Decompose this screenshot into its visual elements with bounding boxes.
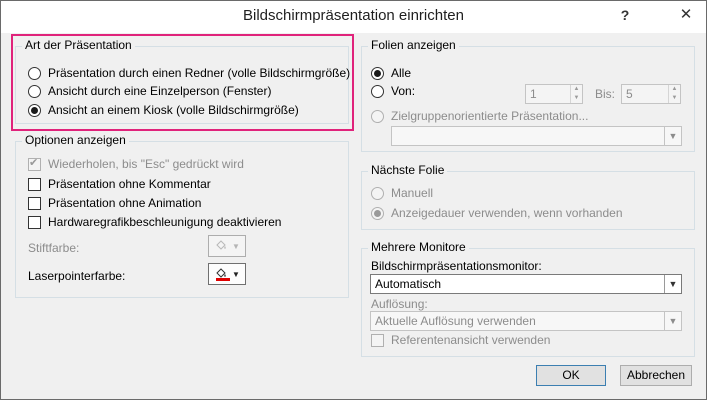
chevron-down-icon[interactable]: ▼ [664,275,681,293]
check-no-animation[interactable]: Präsentation ohne Animation [28,196,201,210]
laser-color-dropdown-icon: ▼ [232,269,240,279]
help-button[interactable]: ? [613,3,637,27]
to-slide-input[interactable]: 5 ▲ ▼ [621,84,681,104]
close-icon: ✕ [679,6,693,23]
laser-color-label: Laserpointerfarbe: [28,269,126,283]
custom-show-select[interactable]: ▼ [391,126,682,146]
check-no-animation-label: Präsentation ohne Animation [48,196,202,210]
laser-color-button[interactable]: ▼ [208,263,246,285]
check-loop-box[interactable] [28,156,41,171]
chevron-down-icon[interactable]: ▼ [664,312,681,330]
dialog-title: Bildschirmpräsentation einrichten [243,7,464,24]
radio-use-timings-label: Anzeigedauer verwenden, wenn vorhanden [391,206,623,220]
radio-use-timings[interactable]: Anzeigedauer verwenden, wenn vorhanden [371,206,623,220]
check-presenter-view[interactable]: Referentenansicht verwenden [371,333,550,347]
radio-all-slides-indicator[interactable] [371,66,384,80]
spin-arrows-icon[interactable]: ▲ ▼ [570,85,582,103]
radio-all-slides-label: Alle [391,66,412,80]
to-slide-label: Bis: [595,87,616,101]
group-advance-slides-title: Nächste Folie [368,163,448,177]
check-no-narration-label: Präsentation ohne Kommentar [48,177,211,191]
resolution-select[interactable]: Aktuelle Auflösung verwenden ▼ [370,311,682,331]
radio-use-timings-indicator[interactable] [371,206,384,220]
pen-color-dropdown-icon: ▼ [232,241,240,251]
ok-button[interactable]: OK [536,365,606,386]
radio-from-slide-label: Von: [391,84,416,98]
resolution-select-value: Aktuelle Auflösung verwenden [375,314,536,328]
check-no-animation-box[interactable] [28,196,41,210]
paint-bucket-icon [216,240,226,250]
from-slide-value: 1 [530,87,537,101]
title-bar: Bildschirmpräsentation einrichten ? ✕ [1,1,706,33]
radio-custom-show-label: Zielgruppenorientierte Präsentation... [391,109,589,123]
check-presenter-view-box[interactable] [371,333,384,347]
group-advance-slides: Nächste Folie [361,163,695,230]
to-slide-value: 5 [626,87,633,101]
group-show-options-title: Optionen anzeigen [22,133,129,147]
laser-color-swatch [216,278,230,281]
from-slide-input[interactable]: 1 ▲ ▼ [525,84,583,104]
group-multiple-monitors-title: Mehrere Monitore [368,240,469,254]
radio-custom-show-indicator[interactable] [371,109,384,123]
close-button[interactable]: ✕ [673,3,699,27]
check-disable-hw-accel[interactable]: Hardwaregrafikbeschleunigung deaktiviere… [28,215,281,229]
radio-manual-indicator[interactable] [371,186,384,200]
resolution-label: Auflösung: [371,297,428,311]
check-disable-hw-accel-label: Hardwaregrafikbeschleunigung deaktiviere… [48,215,282,229]
check-loop[interactable]: Wiederholen, bis "Esc" gedrückt wird [28,156,244,171]
monitor-label: Bildschirmpräsentationsmonitor: [371,259,542,273]
cancel-button[interactable]: Abbrechen [620,365,692,386]
radio-manual-label: Manuell [391,186,434,200]
radio-manual[interactable]: Manuell [371,186,433,200]
chevron-down-icon[interactable]: ▼ [664,127,681,145]
group-show-slides-title: Folien anzeigen [368,38,459,52]
spin-arrows-icon[interactable]: ▲ ▼ [668,85,680,103]
radio-all-slides[interactable]: Alle [371,66,411,80]
radio-from-slide[interactable]: Von: [371,84,415,98]
monitor-select-value: Automatisch [375,277,442,291]
pen-color-label: Stiftfarbe: [28,241,80,255]
check-loop-label: Wiederholen, bis "Esc" gedrückt wird [48,157,244,171]
highlight-frame [11,34,354,131]
check-disable-hw-accel-box[interactable] [28,215,41,229]
radio-from-slide-indicator[interactable] [371,84,384,98]
check-no-narration-box[interactable] [28,177,41,191]
check-presenter-view-label: Referentenansicht verwenden [391,333,551,347]
setup-slideshow-dialog: Bildschirmpräsentation einrichten ? ✕ Ar… [0,0,707,400]
pen-color-button[interactable]: ▼ [208,235,246,257]
monitor-select[interactable]: Automatisch ▼ [370,274,682,294]
check-no-narration[interactable]: Präsentation ohne Kommentar [28,177,211,191]
radio-custom-show[interactable]: Zielgruppenorientierte Präsentation... [371,109,588,123]
